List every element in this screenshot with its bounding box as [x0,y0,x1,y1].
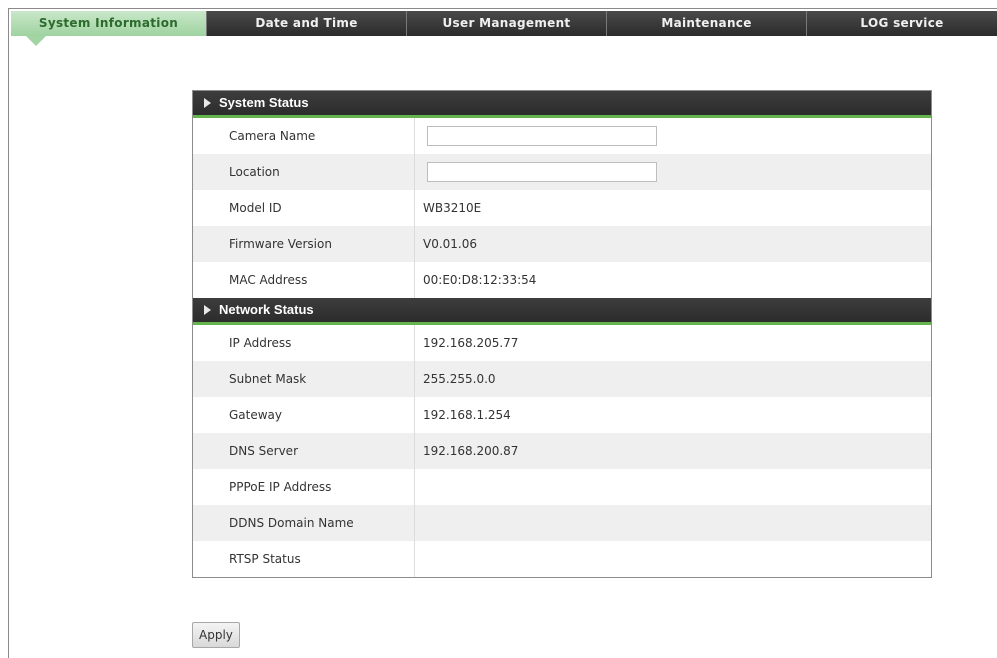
row-mac-address: MAC Address 00:E0:D8:12:33:54 [193,262,931,298]
row-firmware-version: Firmware Version V0.01.06 [193,226,931,262]
section-title: Network Status [219,302,314,317]
field-value [415,154,931,190]
field-label: MAC Address [193,262,415,298]
rtsp-status-value [415,541,931,577]
camera-name-input[interactable] [427,126,657,146]
section-header-network-status: Network Status [193,298,931,325]
tab-date-and-time[interactable]: Date and Time [207,11,407,36]
row-dns-server: DNS Server 192.168.200.87 [193,433,931,469]
field-label: Subnet Mask [193,361,415,397]
field-label: Model ID [193,190,415,226]
row-model-id: Model ID WB3210E [193,190,931,226]
field-label: Location [193,154,415,190]
section-title: System Status [219,95,309,110]
field-label: Camera Name [193,118,415,154]
triangle-right-icon [204,305,211,315]
tab-log-service[interactable]: LOG service [807,11,997,36]
ip-address-value: 192.168.205.77 [423,336,519,350]
row-camera-name: Camera Name [193,118,931,154]
row-location: Location [193,154,931,190]
field-label: Gateway [193,397,415,433]
row-pppoe-ip-address: PPPoE IP Address [193,469,931,505]
row-ddns-domain-name: DDNS Domain Name [193,505,931,541]
subnet-mask-value: 255.255.0.0 [423,372,496,386]
pppoe-ip-value [415,469,931,505]
gateway-value: 192.168.1.254 [423,408,511,422]
firmware-version-value: V0.01.06 [423,237,478,251]
ddns-domain-value [415,505,931,541]
dns-server-value: 192.168.200.87 [423,444,519,458]
row-ip-address: IP Address 192.168.205.77 [193,325,931,361]
tab-bar: System Information Date and Time User Ma… [11,11,997,36]
row-gateway: Gateway 192.168.1.254 [193,397,931,433]
location-input[interactable] [427,162,657,182]
triangle-right-icon [204,98,211,108]
active-tab-pointer [26,36,46,46]
status-panel: System Status Camera Name Location Model… [192,90,932,578]
mac-address-value: 00:E0:D8:12:33:54 [423,273,537,287]
row-subnet-mask: Subnet Mask 255.255.0.0 [193,361,931,397]
field-label: RTSP Status [193,541,415,577]
field-label: DDNS Domain Name [193,505,415,541]
field-value [415,118,931,154]
tab-maintenance[interactable]: Maintenance [607,11,807,36]
field-label: PPPoE IP Address [193,469,415,505]
field-label: IP Address [193,325,415,361]
model-id-value: WB3210E [423,201,482,215]
field-label: DNS Server [193,433,415,469]
apply-button[interactable]: Apply [192,622,240,648]
section-header-system-status: System Status [193,91,931,118]
tab-user-management[interactable]: User Management [407,11,607,36]
row-rtsp-status: RTSP Status [193,541,931,577]
tab-system-information[interactable]: System Information [11,11,207,36]
field-label: Firmware Version [193,226,415,262]
